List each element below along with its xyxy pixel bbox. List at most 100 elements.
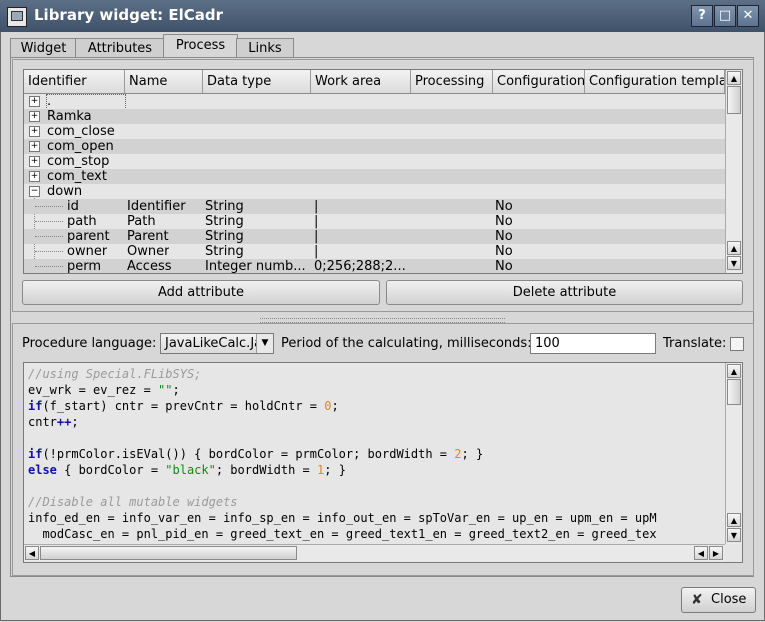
expand-icon[interactable]: + xyxy=(29,141,40,152)
close-button-label: Close xyxy=(711,592,747,607)
row-identifier: down xyxy=(47,184,83,199)
row-configuration: No xyxy=(495,214,513,229)
col-data-type[interactable]: Data type xyxy=(203,70,311,93)
help-icon[interactable]: ? xyxy=(691,5,713,27)
tree-row[interactable]: + com_close xyxy=(24,124,725,139)
tree-branch xyxy=(35,221,63,222)
close-window-icon[interactable]: ✕ xyxy=(737,5,759,27)
row-name: Identifier xyxy=(127,199,186,214)
row-work-area: | xyxy=(314,199,319,214)
row-data-type: String xyxy=(205,244,244,259)
tab-attributes[interactable]: Attributes xyxy=(75,38,165,58)
tree-row[interactable]: + Ramka xyxy=(24,109,725,124)
row-identifier: Ramka xyxy=(47,109,92,124)
tree-branch xyxy=(35,236,63,237)
code-line: modCasc_en = pnl_pid_en = greed_text_en … xyxy=(28,527,657,541)
code-line: //Disable all mutable widgets xyxy=(28,495,238,509)
tree-vertical-scrollbar[interactable]: ▲ ▲ ▼ xyxy=(725,70,742,273)
scroll-up-icon[interactable]: ▲ xyxy=(727,513,741,527)
tab-process[interactable]: Process xyxy=(163,34,238,58)
tree-row[interactable]: owner Owner String | No xyxy=(24,244,725,259)
code-line: if(f_start) cntr = prevCntr = holdCntr =… xyxy=(28,399,339,413)
add-attribute-button[interactable]: Add attribute xyxy=(22,280,380,305)
delete-attribute-button[interactable]: Delete attribute xyxy=(386,280,743,305)
translate-checkbox[interactable] xyxy=(730,337,744,351)
procedure-code-editor[interactable]: //using Special.FLibSYS; ev_wrk = ev_rez… xyxy=(23,362,743,563)
expand-icon[interactable]: + xyxy=(29,171,40,182)
focus-rect xyxy=(46,94,126,110)
expand-icon[interactable]: + xyxy=(29,126,40,137)
scroll-up-icon[interactable]: ▲ xyxy=(727,364,741,378)
code-line: //using Special.FLibSYS; xyxy=(28,367,202,381)
code-line: ev_wrk = ev_rez = ""; xyxy=(28,383,180,397)
scroll-down-icon[interactable]: ▼ xyxy=(727,528,741,542)
tree-row[interactable]: + com_text xyxy=(24,169,725,184)
col-name[interactable]: Name xyxy=(125,70,203,93)
row-work-area: | xyxy=(314,229,319,244)
row-work-area: | xyxy=(314,244,319,259)
row-identifier: id xyxy=(67,199,79,214)
scroll-right-icon[interactable]: ▶ xyxy=(709,546,723,560)
code-line: if(!prmColor.isEVal()) { bordColor = prm… xyxy=(28,447,484,461)
col-work-area[interactable]: Work area xyxy=(311,70,411,93)
period-input[interactable]: 100 xyxy=(530,333,656,354)
row-configuration: No xyxy=(495,199,513,214)
maximize-icon[interactable]: □ xyxy=(714,5,736,27)
period-label: Period of the calculating, milliseconds: xyxy=(281,336,532,351)
expand-icon[interactable]: + xyxy=(29,96,40,107)
tree-row[interactable]: id Identifier String | No xyxy=(24,199,725,214)
col-configuration[interactable]: Configuration xyxy=(493,70,585,93)
col-identifier[interactable]: Identifier xyxy=(24,70,125,93)
tree-branch xyxy=(35,251,63,252)
col-configuration-template[interactable]: Configuration templa xyxy=(585,70,725,93)
code-text: //using Special.FLibSYS; ev_wrk = ev_rez… xyxy=(28,366,657,542)
row-work-area: 0;256;288;2... xyxy=(314,259,406,274)
row-name: Path xyxy=(127,214,156,229)
col-processing[interactable]: Processing xyxy=(411,70,493,93)
expand-icon[interactable]: + xyxy=(29,111,40,122)
row-identifier: owner xyxy=(67,244,108,259)
window-menu-icon[interactable] xyxy=(7,7,27,27)
editor-horizontal-scrollbar[interactable]: ◀ ◀ ▶ xyxy=(24,544,725,562)
tree-branch xyxy=(35,206,63,207)
code-line: info_ed_en = info_var_en = info_sp_en = … xyxy=(28,511,657,525)
tab-links[interactable]: Links xyxy=(236,38,294,58)
tree-row[interactable]: − down xyxy=(24,184,725,199)
row-data-type: String xyxy=(205,214,244,229)
scroll-left-icon[interactable]: ◀ xyxy=(25,546,39,560)
scroll-up-icon[interactable]: ▲ xyxy=(727,71,741,85)
scroll-thumb[interactable] xyxy=(40,546,297,560)
title-bar: Library widget: ElCadr ? □ ✕ xyxy=(0,0,765,32)
tree-row[interactable]: + com_stop xyxy=(24,154,725,169)
tree-row[interactable]: perm Access Integer numb... 0;256;288;2.… xyxy=(24,259,725,274)
row-data-type: Integer numb... xyxy=(205,259,306,274)
tab-widget[interactable]: Widget xyxy=(10,38,77,58)
tree-header: Identifier Name Data type Work area Proc… xyxy=(24,70,725,94)
tree-row[interactable]: + . xyxy=(24,94,725,110)
scroll-thumb[interactable] xyxy=(727,379,741,405)
tree-row[interactable]: path Path String | No xyxy=(24,214,725,229)
code-line: cntr++; xyxy=(28,415,79,429)
row-identifier: com_stop xyxy=(47,154,110,169)
close-button[interactable]: ✘ Close xyxy=(681,587,756,613)
row-identifier: perm xyxy=(67,259,102,274)
row-data-type: String xyxy=(205,229,244,244)
editor-vertical-scrollbar[interactable]: ▲ ▲ ▼ xyxy=(725,363,742,544)
row-identifier: path xyxy=(67,214,97,229)
row-identifier: com_text xyxy=(47,169,107,184)
chevron-down-icon[interactable]: ▼ xyxy=(256,334,273,353)
scroll-down-icon[interactable]: ▼ xyxy=(727,256,741,270)
row-name: Parent xyxy=(127,229,169,244)
close-icon: ✘ xyxy=(691,592,703,608)
procedure-language-value: JavaLikeCalc.Ja xyxy=(165,336,263,351)
translate-label: Translate: xyxy=(663,336,727,351)
attributes-tree[interactable]: Identifier Name Data type Work area Proc… xyxy=(23,69,743,274)
tree-row[interactable]: + com_open xyxy=(24,139,725,154)
scroll-left-icon[interactable]: ◀ xyxy=(694,546,708,560)
expand-icon[interactable]: + xyxy=(29,156,40,167)
row-identifier: com_close xyxy=(47,124,115,139)
scroll-thumb[interactable] xyxy=(727,86,741,114)
tree-row[interactable]: parent Parent String | No xyxy=(24,229,725,244)
scroll-up-icon[interactable]: ▲ xyxy=(727,241,741,255)
procedure-language-select[interactable]: JavaLikeCalc.Ja ▼ xyxy=(160,333,274,354)
